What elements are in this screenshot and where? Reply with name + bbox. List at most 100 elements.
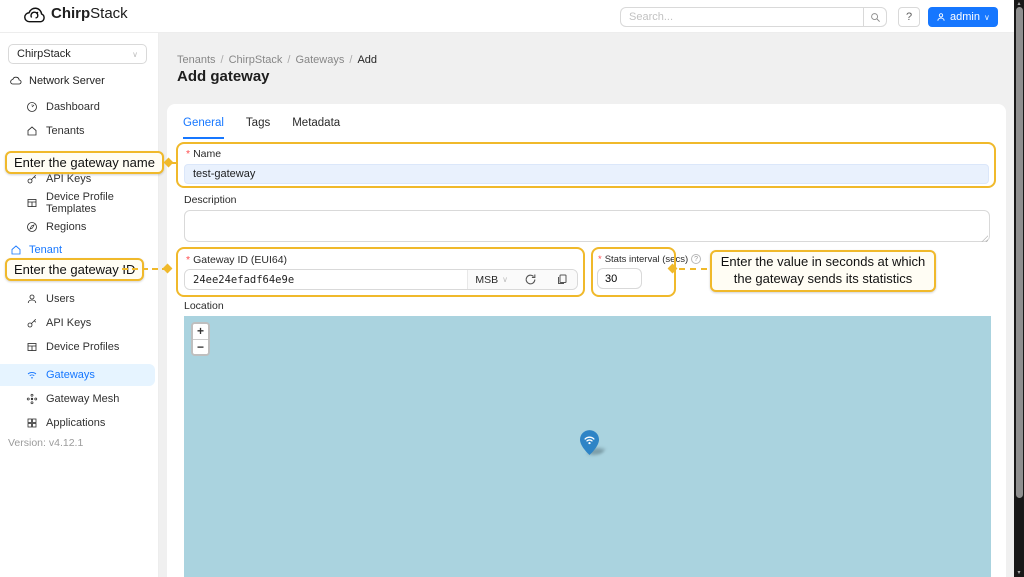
sidebar-item-label: Dashboard xyxy=(46,101,100,113)
sidebar-group-network-server[interactable]: Network Server xyxy=(10,75,105,87)
sidebar-item-label: Users xyxy=(46,293,75,305)
copy-id-button[interactable] xyxy=(546,270,577,289)
tab-general[interactable]: General xyxy=(183,117,224,139)
zoom-in-button[interactable]: + xyxy=(193,324,208,339)
sidebar-item-label: Device Profiles xyxy=(46,341,119,353)
required-mark: * xyxy=(598,254,602,265)
main-content: Tenants / ChirpStack / Gateways / Add Ad… xyxy=(160,33,1014,577)
sidebar-item-applications[interactable]: Applications xyxy=(26,413,105,433)
help-icon: ? xyxy=(906,11,912,23)
tab-metadata[interactable]: Metadata xyxy=(292,117,340,139)
chirpstack-logo[interactable]: ChirpStack xyxy=(24,5,128,23)
stats-interval-input[interactable] xyxy=(597,268,642,289)
key-icon xyxy=(26,317,38,329)
search-input[interactable] xyxy=(620,7,863,27)
tab-bar: General Tags Metadata xyxy=(183,117,340,139)
breadcrumb-separator: / xyxy=(349,54,352,66)
regenerate-id-button[interactable] xyxy=(515,270,546,289)
scroll-down-icon[interactable]: ▾ xyxy=(1014,569,1024,576)
tenant-selector-value: ChirpStack xyxy=(17,48,71,60)
sidebar-item-label: Applications xyxy=(46,417,105,429)
breadcrumb-gateways[interactable]: Gateways xyxy=(295,54,344,66)
name-input[interactable] xyxy=(184,164,989,184)
appstore-icon xyxy=(26,417,38,429)
form-card: General Tags Metadata *Name Description … xyxy=(167,104,1006,577)
admin-user-button[interactable]: admin ∨ xyxy=(928,7,998,27)
sidebar-item-label: API Keys xyxy=(46,173,91,185)
breadcrumb-separator: / xyxy=(221,54,224,66)
sidebar-item-tenant-api-keys[interactable]: API Keys xyxy=(26,313,91,333)
user-icon xyxy=(26,293,38,305)
chevron-down-icon: ∨ xyxy=(502,275,508,284)
wifi-icon xyxy=(26,369,38,381)
question-circle-icon[interactable]: ? xyxy=(691,254,701,264)
sidebar-item-label: API Keys xyxy=(46,317,91,329)
help-button[interactable]: ? xyxy=(898,7,920,27)
sidebar-item-users[interactable]: Users xyxy=(26,289,75,309)
gateway-id-group: MSB ∨ xyxy=(184,269,578,290)
byte-order-value: MSB xyxy=(475,274,498,286)
tenant-selector[interactable]: ChirpStack ∨ xyxy=(8,44,147,64)
cloud-icon xyxy=(10,75,22,87)
home-icon xyxy=(10,244,22,256)
location-map[interactable]: + − Leaflet | © OpenStreetMap contributo… xyxy=(184,316,991,577)
table-icon xyxy=(26,197,38,209)
map-zoom-control: + − xyxy=(191,322,210,356)
sidebar-group-label: Network Server xyxy=(29,75,105,87)
chevron-down-icon: ∨ xyxy=(132,50,138,59)
breadcrumb-tenants[interactable]: Tenants xyxy=(177,54,216,66)
required-mark: * xyxy=(186,254,190,266)
page-title: Add gateway xyxy=(177,68,270,85)
admin-button-label: admin xyxy=(950,11,980,23)
tab-tags[interactable]: Tags xyxy=(246,117,270,139)
cloud-logo-icon xyxy=(24,6,46,23)
byte-order-select[interactable]: MSB ∨ xyxy=(468,274,515,286)
scrollbar-thumb[interactable] xyxy=(1016,7,1023,498)
sidebar-item-regions[interactable]: Regions xyxy=(26,217,86,237)
chevron-down-icon: ∨ xyxy=(984,13,990,22)
breadcrumb-chirpstack[interactable]: ChirpStack xyxy=(229,54,283,66)
breadcrumb-add: Add xyxy=(357,54,377,66)
sidebar-item-device-profiles[interactable]: Device Profiles xyxy=(26,337,119,357)
gateway-id-label: *Gateway ID (EUI64) xyxy=(186,254,287,266)
mesh-icon xyxy=(26,393,38,405)
home-icon xyxy=(26,125,38,137)
description-textarea[interactable] xyxy=(184,210,990,242)
copy-icon xyxy=(556,273,568,286)
sidebar-item-device-profile-templates[interactable]: Device Profile Templates xyxy=(26,193,158,213)
logo-text-bold: Chirp xyxy=(51,5,90,22)
breadcrumb-separator: / xyxy=(287,54,290,66)
stats-interval-label: *Stats interval (secs)? xyxy=(598,254,701,265)
sidebar-item-dashboard[interactable]: Dashboard xyxy=(26,97,100,117)
table-icon xyxy=(26,341,38,353)
search-icon xyxy=(870,12,881,23)
compass-icon xyxy=(26,221,38,233)
gateway-map-marker[interactable] xyxy=(580,430,599,460)
user-icon xyxy=(936,12,946,22)
sidebar-group-tenant[interactable]: Tenant xyxy=(10,244,62,256)
sidebar-item-tenants[interactable]: Tenants xyxy=(26,121,85,141)
gateway-id-addon: MSB ∨ xyxy=(467,270,577,289)
search-button[interactable] xyxy=(863,7,887,27)
global-search xyxy=(620,7,887,27)
description-label: Description xyxy=(184,194,237,206)
logo-text-regular: Stack xyxy=(90,5,128,22)
sidebar-group-label: Tenant xyxy=(29,244,62,256)
key-icon xyxy=(26,173,38,185)
zoom-out-button[interactable]: − xyxy=(193,339,208,354)
sidebar-item-gateways[interactable]: Gateways xyxy=(26,365,95,385)
sidebar-item-api-keys[interactable]: API Keys xyxy=(26,169,91,189)
sidebar-item-label: Gateways xyxy=(46,369,95,381)
location-label: Location xyxy=(184,300,224,312)
scroll-up-icon[interactable]: ▴ xyxy=(1014,0,1024,7)
sidebar-item-gateway-mesh[interactable]: Gateway Mesh xyxy=(26,389,119,409)
required-mark: * xyxy=(186,148,190,160)
sidebar: ChirpStack ∨ Network Server Dashboard Te… xyxy=(0,33,159,577)
reload-icon xyxy=(524,273,537,286)
version-label: Version: v4.12.1 xyxy=(8,437,83,449)
gateway-id-input[interactable] xyxy=(185,270,467,289)
top-header: ChirpStack ? admin ∨ xyxy=(0,0,1024,33)
page-scrollbar[interactable]: ▴ ▾ xyxy=(1014,0,1024,577)
sidebar-item-label: Tenants xyxy=(46,125,85,137)
breadcrumb: Tenants / ChirpStack / Gateways / Add xyxy=(177,54,377,66)
